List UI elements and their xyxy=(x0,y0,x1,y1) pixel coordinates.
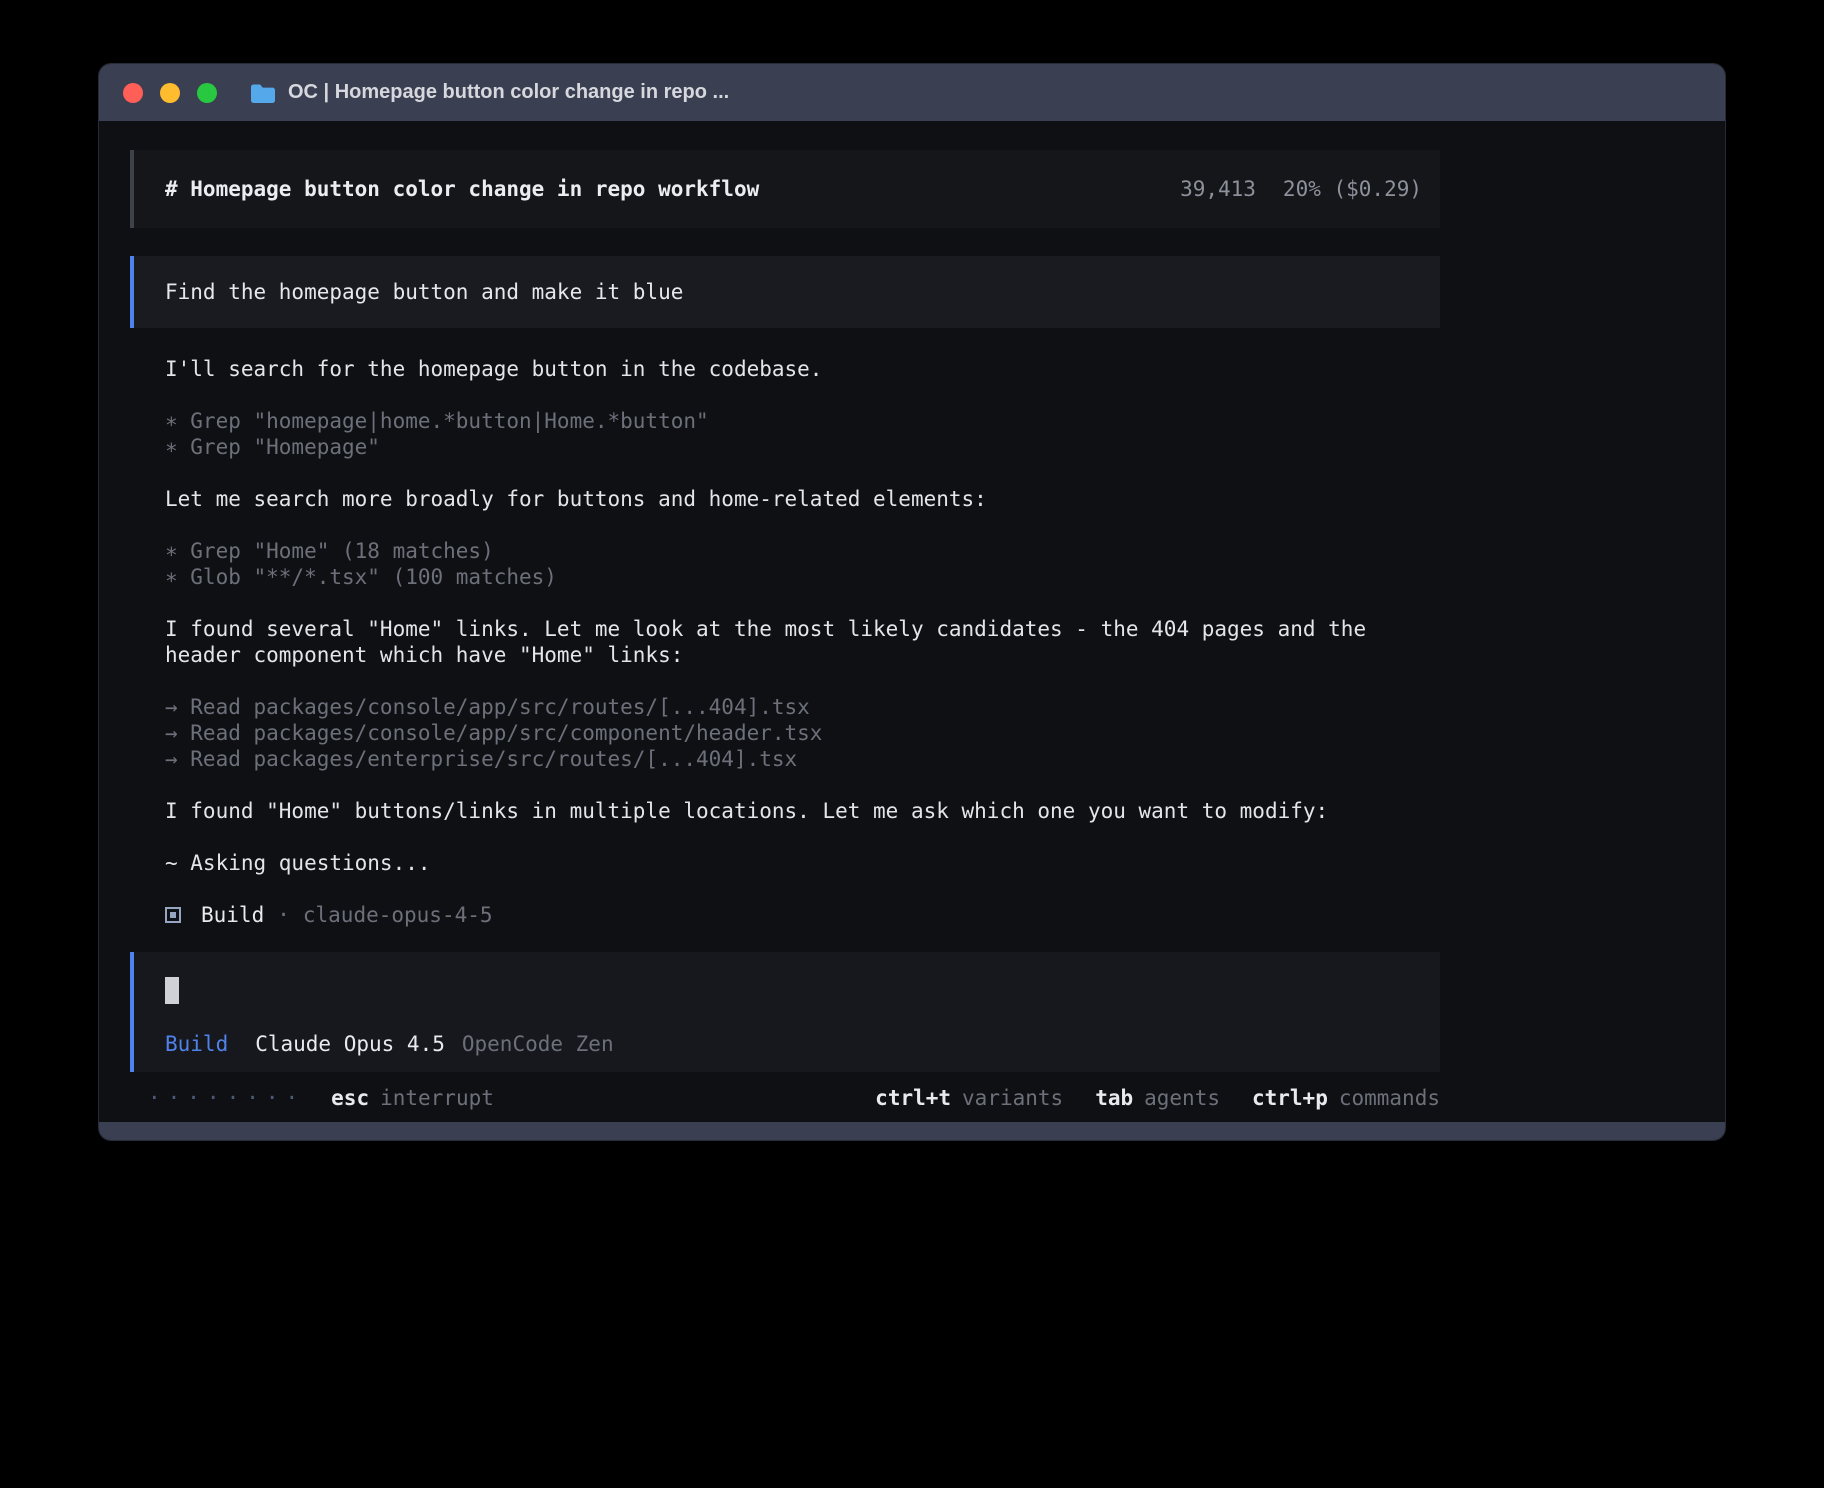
tool-call-line: ∗ Grep "Homepage" xyxy=(165,434,1440,460)
terminal-content: # Homepage button color change in repo w… xyxy=(99,121,1725,1122)
token-count: 39,413 xyxy=(1180,176,1256,202)
agent-separator: · xyxy=(277,902,290,928)
tool-call-line: ∗ Grep "Home" (18 matches) xyxy=(165,538,1440,564)
tool-call-line: ∗ Grep "homepage|home.*button|Home.*butt… xyxy=(165,408,1440,434)
shortcut-agents: tab agents xyxy=(1095,1085,1220,1111)
transcript-line: I found "Home" buttons/links in multiple… xyxy=(165,798,1440,824)
transcript-line: ~ Asking questions... xyxy=(165,850,1440,876)
shortcut-label: variants xyxy=(962,1085,1063,1111)
prompt-input[interactable]: Build Claude Opus 4.5 OpenCode Zen xyxy=(130,952,1440,1072)
titlebar[interactable]: OC | Homepage button color change in rep… xyxy=(99,64,1725,121)
working-spinner-dots: ········ xyxy=(148,1085,305,1111)
user-message: Find the homepage button and make it blu… xyxy=(130,256,1440,328)
shortcut-label: agents xyxy=(1144,1085,1220,1111)
agent-status-line: Build · claude-opus-4-5 xyxy=(165,902,1440,928)
text-cursor xyxy=(165,977,179,1004)
shortcut-key: ctrl+t xyxy=(875,1085,951,1111)
status-bar: ········ esc interrupt ctrl+t variants t… xyxy=(130,1085,1440,1111)
terminal-window: OC | Homepage button color change in rep… xyxy=(99,64,1725,1140)
esc-key-label: interrupt xyxy=(380,1085,494,1111)
transcript-line: I found several "Home" links. Let me loo… xyxy=(165,616,1440,668)
assistant-text: I found several "Home" links. Let me loo… xyxy=(165,616,1440,668)
folder-icon xyxy=(250,83,276,103)
tool-call-line: → Read packages/console/app/src/componen… xyxy=(165,720,1440,746)
agent-model: claude-opus-4-5 xyxy=(303,902,493,928)
minimize-button[interactable] xyxy=(160,83,180,103)
tool-call-group: → Read packages/console/app/src/routes/[… xyxy=(165,694,1440,772)
transcript-line: I'll search for the homepage button in t… xyxy=(165,356,1440,382)
input-model-label: Claude Opus 4.5 xyxy=(255,1031,445,1057)
input-meta-row: Build Claude Opus 4.5 OpenCode Zen xyxy=(165,1031,1440,1057)
tool-call-line: → Read packages/console/app/src/routes/[… xyxy=(165,694,1440,720)
window-bottom-edge xyxy=(99,1122,1725,1140)
esc-key-hint: esc xyxy=(331,1085,369,1111)
assistant-transcript: I'll search for the homepage button in t… xyxy=(130,356,1440,928)
assistant-text: I'll search for the homepage button in t… xyxy=(165,356,1440,382)
close-button[interactable] xyxy=(123,83,143,103)
session-stats: 39,413 20% ($0.29) xyxy=(1180,176,1422,202)
shortcut-variants: ctrl+t variants xyxy=(875,1085,1063,1111)
shortcut-commands: ctrl+p commands xyxy=(1252,1085,1440,1111)
window-title-group: OC | Homepage button color change in rep… xyxy=(250,81,729,104)
input-provider-label: OpenCode Zen xyxy=(462,1031,614,1057)
assistant-status: ~ Asking questions... xyxy=(165,850,1440,876)
tool-call-group: ∗ Grep "homepage|home.*button|Home.*butt… xyxy=(165,408,1440,460)
assistant-text: Let me search more broadly for buttons a… xyxy=(165,486,1440,512)
context-cost: 20% ($0.29) xyxy=(1283,176,1422,202)
transcript-line: Let me search more broadly for buttons a… xyxy=(165,486,1440,512)
input-agent-label: Build xyxy=(165,1031,228,1057)
window-title: OC | Homepage button color change in rep… xyxy=(288,81,729,104)
agent-name: Build xyxy=(201,902,264,928)
status-right: ctrl+t variants tab agents ctrl+p comman… xyxy=(843,1085,1440,1111)
shortcut-label: commands xyxy=(1339,1085,1440,1111)
tool-call-line: → Read packages/enterprise/src/routes/[.… xyxy=(165,746,1440,772)
status-left: ········ esc interrupt xyxy=(148,1085,494,1111)
shortcut-key: ctrl+p xyxy=(1252,1085,1328,1111)
zoom-button[interactable] xyxy=(197,83,217,103)
tool-call-line: ∗ Glob "**/*.tsx" (100 matches) xyxy=(165,564,1440,590)
tool-call-group: ∗ Grep "Home" (18 matches) ∗ Glob "**/*.… xyxy=(165,538,1440,590)
session-header: # Homepage button color change in repo w… xyxy=(130,150,1440,228)
shortcut-key: tab xyxy=(1095,1085,1133,1111)
assistant-text: I found "Home" buttons/links in multiple… xyxy=(165,798,1440,824)
user-message-text: Find the homepage button and make it blu… xyxy=(165,279,683,305)
traffic-lights xyxy=(123,83,234,103)
session-title: # Homepage button color change in repo w… xyxy=(165,176,759,202)
agent-square-icon xyxy=(165,907,181,923)
